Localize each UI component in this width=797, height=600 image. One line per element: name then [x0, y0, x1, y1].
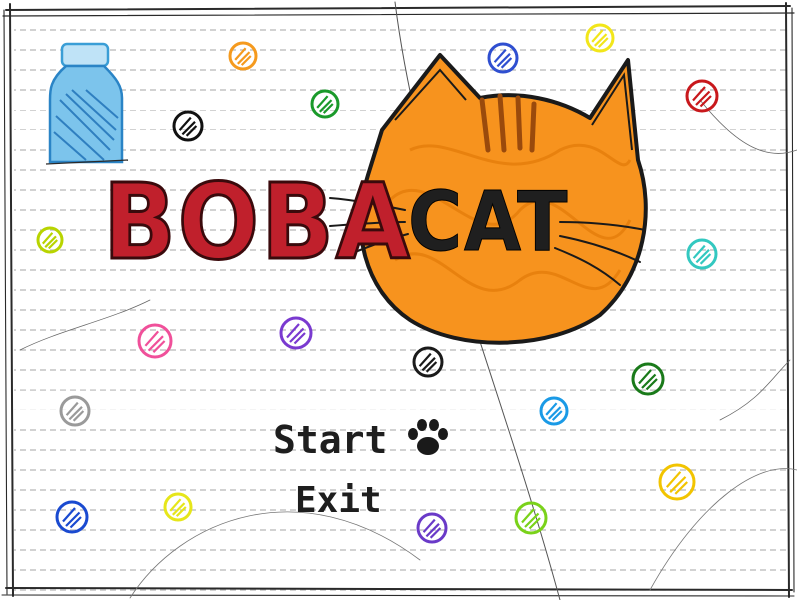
paper-line: [14, 325, 786, 345]
paper-line: [14, 561, 786, 582]
title-screen-canvas: [1, 1, 797, 600]
paper-line: [14, 389, 786, 410]
paper-line: [14, 368, 786, 388]
exit-button[interactable]: Exit: [295, 483, 382, 519]
paper-line: [14, 67, 786, 87]
paw-print-icon: [408, 419, 448, 455]
paper-line: [14, 497, 786, 517]
paper-line: [14, 454, 786, 474]
paper-line: [14, 583, 786, 600]
game-title-cat: CAT: [408, 175, 570, 270]
paper-line: [14, 518, 786, 539]
paper-line: [14, 45, 786, 66]
paper-line: [14, 411, 786, 431]
paper-line: [14, 346, 786, 367]
game-title-boba: BOBA: [102, 161, 412, 283]
paper-line: [14, 475, 786, 496]
start-button[interactable]: Start: [273, 421, 387, 459]
paper-line: [14, 432, 786, 453]
